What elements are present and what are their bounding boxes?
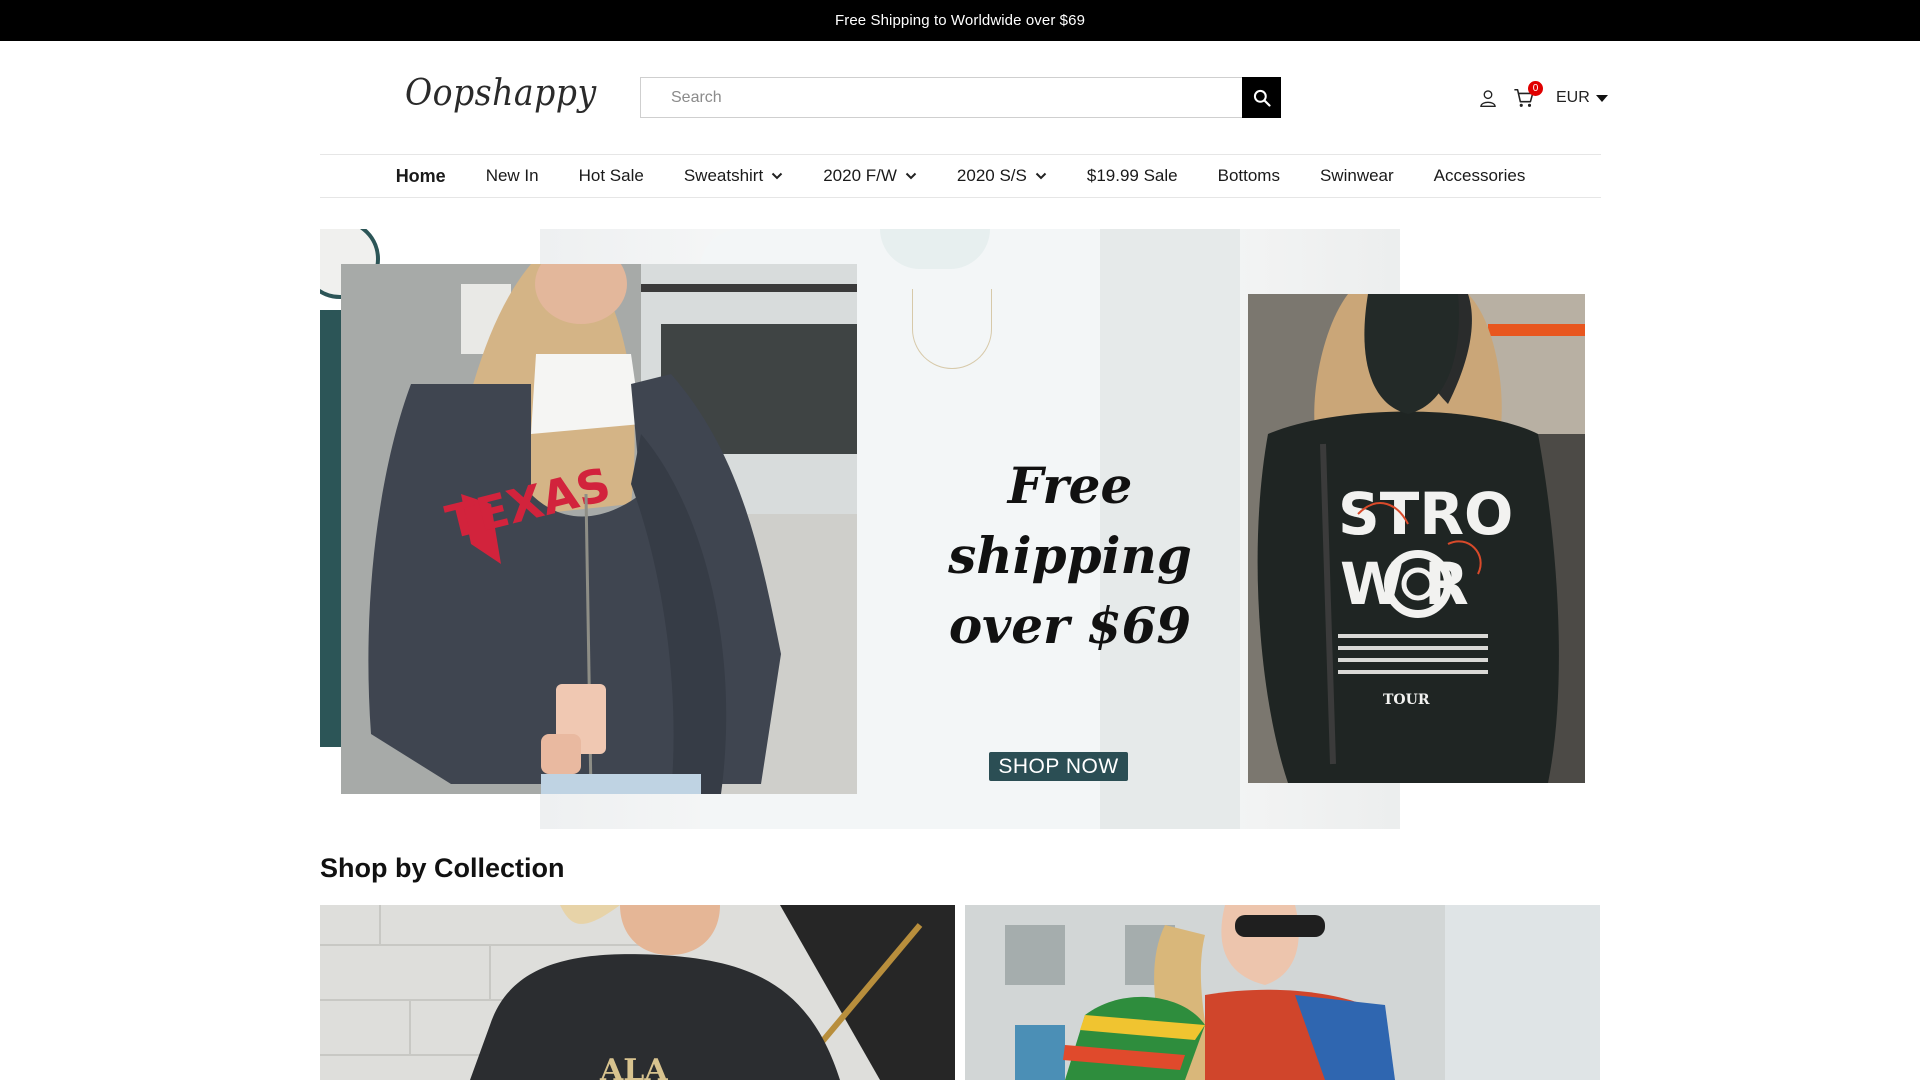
collection-image-sweatshirt: ALA [320,905,955,1080]
svg-text:ALA: ALA [599,1053,668,1080]
chevron-down-icon [905,172,917,180]
hero-headline-line2: over $69 [948,596,1192,655]
header-actions: 0 EUR [1476,81,1608,114]
astroworld-hoodie-illustration: STRO W R TOUR [1248,294,1585,783]
currency-selector[interactable]: EUR [1556,89,1608,107]
nav-item-home[interactable]: Home [376,166,466,187]
hero-photo-left: TEXAS [341,264,857,794]
user-icon [1480,90,1496,107]
nav-item-2020-fw[interactable]: 2020 F/W [803,166,937,186]
hoodie-model-illustration: TEXAS [341,264,857,794]
caret-down-icon [1595,94,1608,102]
svg-text:STRO: STRO [1338,480,1513,548]
hero-headline-line1: Free shipping [948,456,1192,585]
hero-background-necklace [912,289,992,369]
nav-item-label: Bottoms [1217,166,1280,185]
nav-item-1999-sale[interactable]: $19.99 Sale [1067,166,1198,186]
announcement-text: Free Shipping to Worldwide over $69 [834,12,1086,29]
logo[interactable]: Oopshappy [405,73,597,114]
collection-card[interactable]: ALA [320,905,955,1080]
nav-item-new-in[interactable]: New In [466,166,559,186]
nav-item-label: Sweatshirt [683,166,764,185]
nav-item-label: Hot Sale [578,166,644,185]
nav-item-accessories[interactable]: Accessories [1414,166,1546,186]
account-button[interactable] [1476,86,1500,110]
nav-item-2020-ss[interactable]: 2020 S/S [937,166,1067,186]
search-icon [1253,89,1271,107]
nav-item-label: 2020 F/W [823,166,897,185]
collection-card[interactable] [965,905,1600,1080]
nav-item-swinwear[interactable]: Swinwear [1300,166,1414,186]
nav-item-label: Swinwear [1319,166,1394,185]
hero-banner[interactable]: TEXAS STRO W R TOUR Free shipping over $… [320,229,1601,829]
nav-item-label: 2020 S/S [956,166,1027,185]
collection-image-knitwear [965,905,1600,1080]
collection-title: Shop by Collection [320,853,565,883]
nav-item-hot-sale[interactable]: Hot Sale [559,166,664,186]
hero-photo-right: STRO W R TOUR [1248,294,1585,783]
main-nav: Home New In Hot Sale Sweatshirt 2020 F/W… [320,154,1601,198]
nav-item-label: Home [395,165,446,186]
search-input[interactable] [640,77,1242,118]
shop-now-button[interactable]: SHOP NOW [989,752,1128,781]
svg-text:TOUR: TOUR [1383,692,1430,708]
cart-count-badge: 0 [1528,81,1543,96]
chevron-down-icon [1035,172,1047,180]
nav-item-bottoms[interactable]: Bottoms [1198,166,1300,186]
nav-item-label: Accessories [1433,166,1526,185]
nav-item-label: New In [485,166,539,185]
nav-item-sweatshirt[interactable]: Sweatshirt [664,166,803,186]
nav-item-label: $19.99 Sale [1086,166,1178,185]
chevron-down-icon [771,172,783,180]
search-bar [640,77,1281,118]
search-button[interactable] [1242,77,1281,118]
hero-headline: Free shipping over $69 [880,451,1260,661]
currency-label: EUR [1556,89,1590,106]
announcement-bar: Free Shipping to Worldwide over $69 [0,0,1920,41]
cart-button[interactable]: 0 [1512,81,1543,110]
